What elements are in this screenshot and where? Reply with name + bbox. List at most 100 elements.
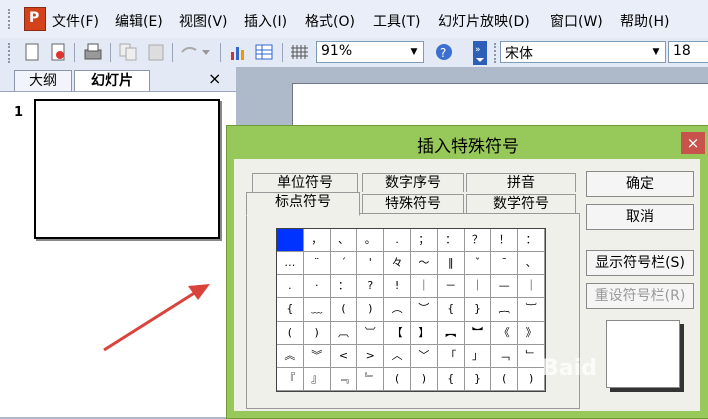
menu-window[interactable]: 窗口(W) [550, 11, 603, 31]
symbol-cell[interactable]: ︿ [384, 344, 411, 368]
symbol-cell[interactable]: 【 [384, 321, 411, 345]
tab-special[interactable]: 特殊符号 [362, 194, 464, 213]
symbol-cell[interactable]: { [437, 298, 465, 322]
symbol-cell[interactable]: ( [384, 367, 411, 391]
symbol-cell[interactable]: 『 [277, 367, 304, 391]
symbol-cell[interactable]: . [277, 275, 304, 299]
symbol-cell[interactable]: ¨ [303, 252, 331, 276]
symbol-cell[interactable]: 』 [303, 367, 331, 391]
symbol-cell[interactable]: ﹃ [330, 367, 358, 391]
symbol-cell[interactable]: 》 [518, 321, 545, 345]
insert-chart-icon[interactable] [228, 42, 248, 62]
close-icon[interactable]: × [681, 132, 705, 154]
font-name-combo[interactable]: 宋体 ▼ [500, 41, 666, 63]
tab-math[interactable]: 数学符号 [466, 194, 576, 213]
symbol-cell[interactable]: 】 [410, 321, 438, 345]
symbol-cell[interactable]: 」 [464, 344, 492, 368]
symbol-cell[interactable]: } [464, 367, 492, 391]
symbol-cell[interactable]: ﹏ [303, 298, 331, 322]
symbol-cell[interactable]: 。 [357, 229, 385, 253]
print-preview-icon[interactable] [48, 42, 68, 62]
copy-icon[interactable] [118, 42, 138, 62]
symbol-cell[interactable]: … [277, 252, 304, 276]
help-icon[interactable]: ? [434, 42, 454, 62]
symbol-cell[interactable]: < [330, 344, 358, 368]
symbol-cell[interactable]: ˊ [330, 252, 358, 276]
tab-pinyin[interactable]: 拼音 [466, 173, 576, 192]
symbol-cell[interactable]: ( [491, 367, 519, 391]
symbol-cell[interactable]: ( [330, 298, 358, 322]
symbol-cell[interactable]: { [437, 367, 465, 391]
symbol-cell[interactable]: ︶ [410, 298, 438, 322]
symbol-cell[interactable]: 《 [491, 321, 519, 345]
print-icon[interactable] [82, 42, 104, 62]
symbol-cell[interactable]: · [303, 275, 331, 299]
symbol-cell[interactable]: ﹀ [410, 344, 438, 368]
toolbar-options-icon[interactable]: » [472, 40, 488, 66]
show-symbol-bar-button[interactable]: 显示符号栏(S) [586, 250, 694, 276]
symbol-cell[interactable]: ' [357, 252, 385, 276]
symbol-cell[interactable]: { [277, 298, 304, 322]
symbol-cell[interactable]: ) [303, 321, 331, 345]
tab-outline[interactable]: 大纲 [14, 70, 72, 91]
toolbar-grip[interactable] [8, 43, 13, 63]
symbol-cell[interactable]: 、 [518, 252, 545, 276]
symbol-cell[interactable]: ： [330, 275, 358, 299]
symbol-cell[interactable]: ︵ [384, 298, 411, 322]
chevron-down-icon[interactable]: ▼ [407, 44, 421, 60]
menu-view[interactable]: 视图(V) [179, 11, 228, 31]
new-document-icon[interactable] [22, 42, 42, 62]
symbol-cell[interactable]: ? [357, 275, 385, 299]
symbol-cell[interactable]: ︽ [277, 344, 304, 368]
symbol-cell[interactable]: ( [277, 321, 304, 345]
symbol-cell[interactable]: ! [384, 275, 411, 299]
show-grid-icon[interactable] [290, 42, 310, 62]
symbol-cell[interactable]: ) [518, 367, 545, 391]
symbol-cell[interactable]: ， [303, 229, 331, 253]
symbol-cell[interactable]: ； [410, 229, 438, 253]
symbol-cell[interactable]: } [464, 298, 492, 322]
symbol-cell[interactable]: ： [437, 229, 465, 253]
symbol-cell[interactable]: 々 [384, 252, 411, 276]
tab-numbering[interactable]: 数字序号 [362, 173, 464, 192]
menu-help[interactable]: 帮助(H) [620, 11, 669, 31]
symbol-cell[interactable]: — [491, 275, 519, 299]
close-icon[interactable]: × [208, 69, 221, 88]
symbol-cell[interactable]: ︼ [464, 321, 492, 345]
symbol-cell[interactable]: ˇ [464, 252, 492, 276]
symbol-cell[interactable]: ｜ [464, 275, 492, 299]
symbol-cell[interactable]: ﹂ [518, 344, 545, 368]
menu-insert[interactable]: 插入(I) [244, 11, 287, 31]
symbol-cell[interactable]: ) [357, 298, 385, 322]
reset-symbol-bar-button[interactable]: 重设符号栏(R) [586, 283, 694, 309]
menu-grip[interactable] [8, 9, 13, 29]
tab-slides[interactable]: 幻灯片 [74, 70, 150, 91]
symbol-cell[interactable]: ～ [410, 252, 438, 276]
symbol-cell[interactable]: ‖ [437, 252, 465, 276]
zoom-combo[interactable]: 91% ▼ [316, 41, 424, 63]
symbol-cell[interactable]: ！ [491, 229, 519, 253]
symbol-cell[interactable]: ｜ [410, 275, 438, 299]
slide-thumbnail[interactable] [34, 99, 220, 239]
symbol-cell[interactable] [277, 229, 304, 253]
symbol-cell[interactable]: ︻ [437, 321, 465, 345]
menu-edit[interactable]: 编辑(E) [115, 11, 163, 31]
symbol-cell[interactable]: ︹ [330, 321, 358, 345]
menu-tools[interactable]: 工具(T) [373, 11, 420, 31]
tab-punctuation[interactable]: 标点符号 [246, 192, 360, 216]
symbol-cell[interactable]: ) [410, 367, 438, 391]
menu-file[interactable]: 文件(F) [52, 11, 99, 31]
symbol-cell[interactable]: 「 [437, 344, 465, 368]
paste-icon[interactable] [146, 42, 166, 62]
menu-format[interactable]: 格式(O) [305, 11, 355, 31]
tab-units[interactable]: 单位符号 [252, 173, 358, 192]
cancel-button[interactable]: 取消 [586, 204, 694, 230]
symbol-cell[interactable]: － [437, 275, 465, 299]
toolbar-grip[interactable] [494, 43, 499, 63]
undo-icon[interactable] [178, 42, 212, 62]
symbol-cell[interactable]: ｜ [518, 275, 545, 299]
symbol-cell[interactable]: ︷ [491, 298, 519, 322]
symbol-cell[interactable]: ︺ [357, 321, 385, 345]
symbol-cell[interactable]: ˉ [491, 252, 519, 276]
symbol-cell[interactable]: ﹄ [357, 367, 385, 391]
